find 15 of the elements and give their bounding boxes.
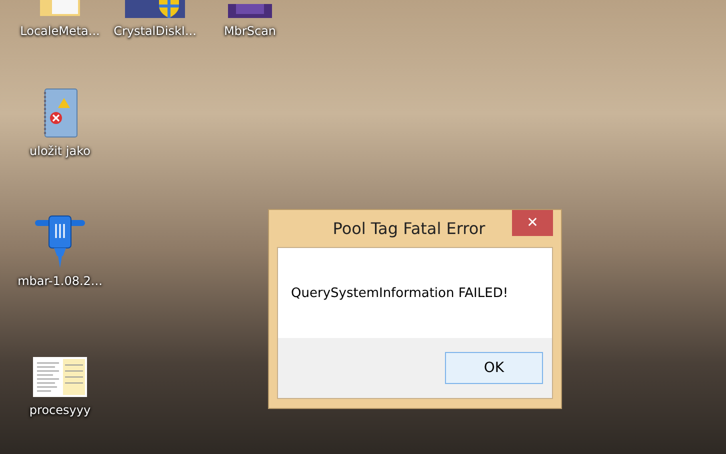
close-button[interactable]: ✕	[512, 210, 553, 236]
shield-icon	[125, 0, 185, 18]
jackhammer-icon	[35, 214, 85, 268]
notebook-warning-icon	[42, 88, 78, 138]
error-message: QuerySystemInformation FAILED!	[291, 286, 508, 300]
icon-label[interactable]: uložit jako	[30, 144, 90, 158]
icon-label[interactable]: LocaleMeta...	[20, 24, 100, 38]
ok-button[interactable]: OK	[445, 352, 543, 384]
icon-label[interactable]: MbrScan	[224, 24, 276, 38]
app-icon	[228, 4, 272, 18]
icon-label[interactable]: procesyyy	[29, 403, 91, 417]
dialog-title: Pool Tag Fatal Error	[332, 219, 486, 238]
spreadsheet-thumbnail-icon	[33, 357, 87, 397]
icon-label[interactable]: CrystalDiskI...	[114, 24, 196, 38]
icon-label[interactable]: mbar-1.08.2...	[18, 274, 102, 288]
